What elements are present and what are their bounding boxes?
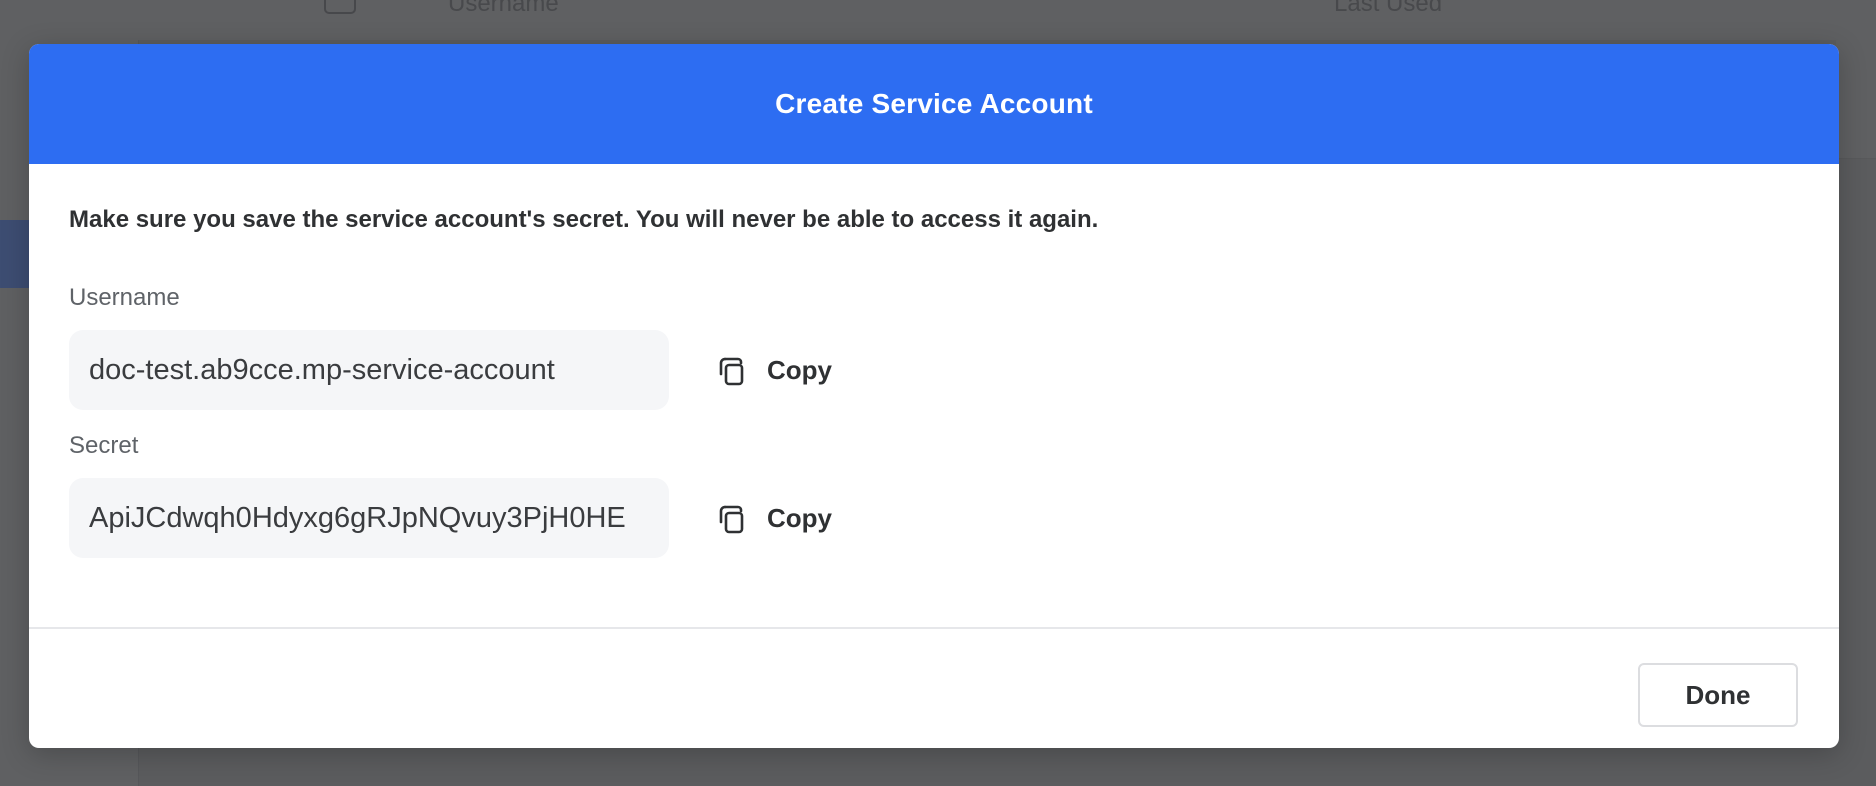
background-column-username: Username [448,0,559,17]
dialog-footer: Done [29,629,1839,748]
done-button[interactable]: Done [1638,663,1798,727]
secret-warning: Make sure you save the service account's… [69,206,1099,233]
copy-username-button[interactable]: Copy [711,330,838,410]
copy-icon [717,354,747,386]
copy-username-label: Copy [767,354,832,385]
copy-secret-label: Copy [767,502,832,533]
username-field[interactable] [69,330,669,410]
copy-icon [717,502,747,534]
dialog-title: Create Service Account [775,88,1093,119]
username-label: Username [69,284,180,311]
secret-label: Secret [69,432,139,459]
dialog-body: Make sure you save the service account's… [29,164,1839,627]
background-select-all-checkbox [324,0,356,14]
background-table-header: Username Last Used [138,0,1876,40]
background-sidebar-active-item [0,220,30,288]
create-service-account-dialog: Create Service Account Make sure you sav… [29,44,1839,748]
secret-field[interactable] [69,478,669,558]
background-page-edge [1836,40,1876,159]
copy-secret-button[interactable]: Copy [711,478,838,558]
background-column-last-used: Last Used [1334,0,1443,17]
dialog-header: Create Service Account [29,44,1839,164]
